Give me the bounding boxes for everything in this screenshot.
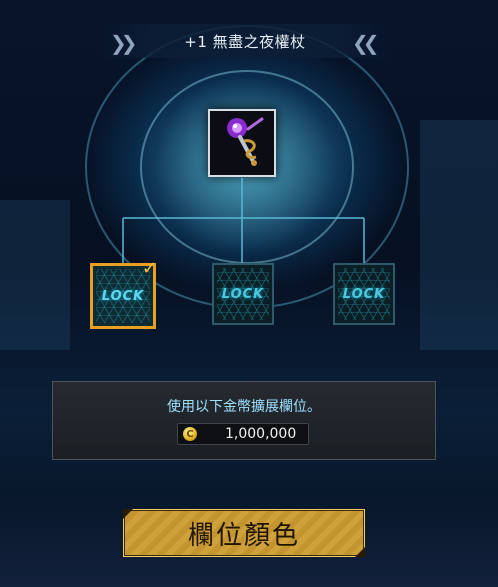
slot-lock-label: LOCK — [342, 286, 386, 302]
slot-lock-label: LOCK — [101, 288, 145, 304]
slot-lock-label: LOCK — [221, 286, 265, 302]
price-value: 1,000,000 — [225, 426, 297, 442]
button-corner-decor — [123, 509, 133, 519]
checkmark-icon: ✓ — [141, 258, 157, 279]
gold-coin-icon: C — [183, 427, 197, 441]
slot-2[interactable]: LOCK — [212, 263, 274, 325]
expand-info-panel: 使用以下金幣擴展欄位。 — [52, 381, 436, 460]
expand-message: 使用以下金幣擴展欄位。 — [167, 399, 321, 415]
slot-3[interactable]: LOCK — [333, 263, 395, 325]
price-box: C 1,000,000 — [177, 423, 309, 445]
slot-color-button-label: 欄位顏色 — [187, 520, 300, 551]
slot-1[interactable]: LOCK ✓ — [90, 258, 157, 329]
slot-color-button[interactable]: 欄位顏色 — [123, 509, 365, 557]
button-corner-decor — [355, 547, 365, 557]
